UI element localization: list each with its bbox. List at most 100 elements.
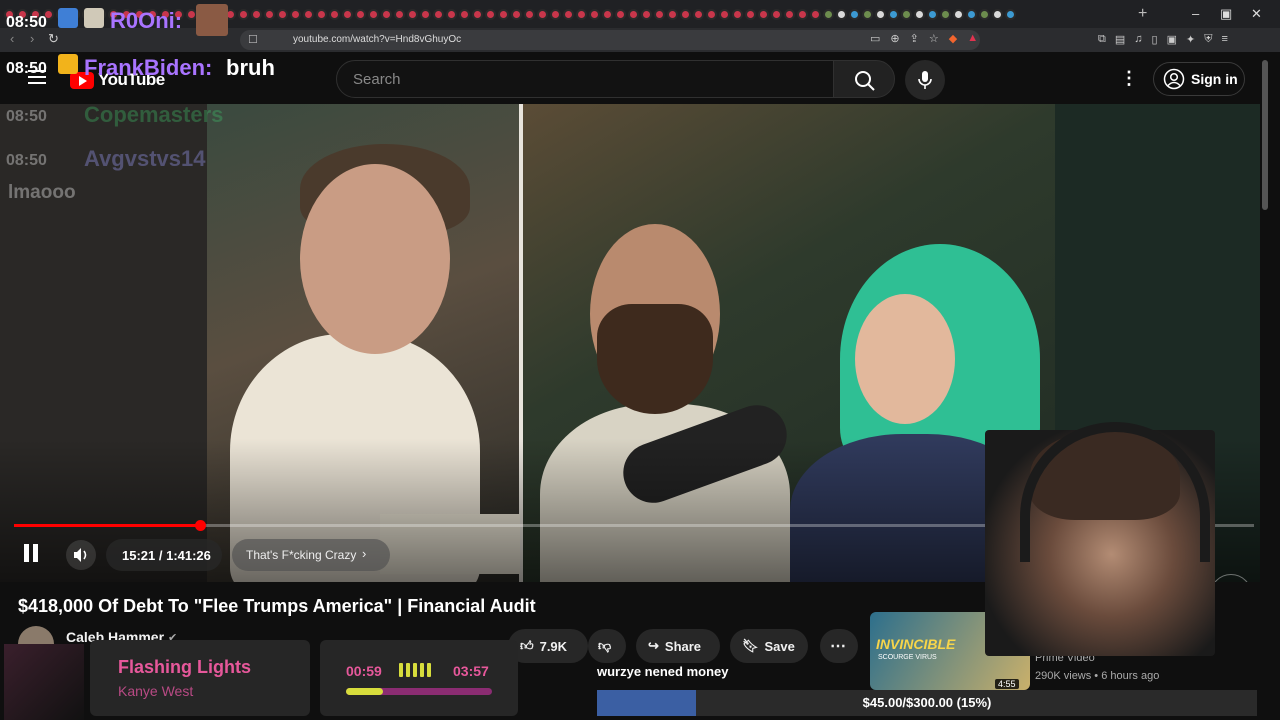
sidebar-icon[interactable]: ▯ [1152, 33, 1158, 46]
chapter-button[interactable]: That's F*cking Crazy › [232, 539, 390, 571]
tab-favicon-icon[interactable] [953, 8, 964, 20]
search-button[interactable] [833, 60, 895, 98]
tab-favicon-icon[interactable] [745, 8, 756, 20]
url-text[interactable]: youtube.com/watch?v=Hnd8vGhuyOc [293, 34, 461, 45]
tab-favicon-icon[interactable] [355, 8, 366, 20]
tab-favicon-icon[interactable] [914, 8, 925, 20]
tab-favicon-icon[interactable] [303, 8, 314, 20]
tab-favicon-icon[interactable] [784, 8, 795, 20]
tab-favicon-icon[interactable] [433, 8, 444, 20]
new-tab-button[interactable]: + [1138, 5, 1147, 23]
tab-favicon-icon[interactable] [394, 8, 405, 20]
tab-favicon-icon[interactable] [316, 8, 327, 20]
tab-favicon-icon[interactable] [420, 8, 431, 20]
tab-favicon-icon[interactable] [264, 8, 275, 20]
tab-favicon-icon[interactable] [485, 8, 496, 20]
tab-favicon-icon[interactable] [290, 8, 301, 20]
tab-favicon-icon[interactable] [550, 8, 561, 20]
tab-favicon-icon[interactable] [511, 8, 522, 20]
tab-favicon-icon[interactable] [602, 8, 613, 20]
tab-favicon-icon[interactable] [251, 8, 262, 20]
brave-shield-icon[interactable]: ◆ [949, 32, 957, 45]
tab-favicon-icon[interactable] [446, 8, 457, 20]
tab-favicon-icon[interactable] [654, 8, 665, 20]
tab-favicon-icon[interactable] [979, 8, 990, 20]
browser-menu-icon[interactable]: ≡ [1221, 33, 1227, 46]
star-icon[interactable]: ☆ [929, 32, 939, 45]
rewards-icon[interactable]: ▲ [967, 32, 978, 45]
reload-icon[interactable]: ↻ [48, 31, 59, 47]
leo-icon[interactable]: ✦ [1186, 33, 1195, 46]
vpn-icon[interactable]: ⛨ [1204, 33, 1212, 46]
share-button[interactable]: ↪ Share [636, 629, 720, 663]
dislike-button[interactable]: 👎︎ [588, 629, 626, 663]
media-icon[interactable]: ♫ [1134, 33, 1142, 46]
voice-search-button[interactable] [905, 60, 945, 100]
tab-favicon-icon[interactable] [576, 8, 587, 20]
volume-button[interactable] [66, 540, 96, 570]
tab-favicon-icon[interactable] [680, 8, 691, 20]
tab-favicon-icon[interactable] [888, 8, 899, 20]
install-icon[interactable]: ▭ [870, 32, 880, 45]
tab-favicon-icon[interactable] [667, 8, 678, 20]
tab-favicon-icon[interactable] [615, 8, 626, 20]
tab-favicon-icon[interactable] [589, 8, 600, 20]
close-window-button[interactable]: ✕ [1251, 6, 1262, 22]
tab-search-icon[interactable]: ▤ [1115, 33, 1125, 46]
like-button[interactable]: 👍︎ 7.9K [508, 629, 588, 663]
tab-favicon-icon[interactable] [706, 8, 717, 20]
share-page-icon[interactable]: ⇪ [910, 32, 919, 45]
tab-favicon-icon[interactable] [862, 8, 873, 20]
more-options-icon[interactable]: ⋮ [1120, 68, 1138, 89]
tab-favicon-icon[interactable] [472, 8, 483, 20]
bookmark-icon[interactable]: ☐ [248, 33, 258, 46]
save-button[interactable]: 🔖︎ Save [730, 629, 808, 663]
tab-favicon-icon[interactable] [927, 8, 938, 20]
minimize-button[interactable]: – [1192, 6, 1199, 21]
maximize-button[interactable]: ▣ [1220, 6, 1232, 22]
tab-favicon-icon[interactable] [758, 8, 769, 20]
pause-button[interactable] [24, 544, 40, 562]
save-label: Save [764, 638, 795, 654]
tab-favicon-icon[interactable] [459, 8, 470, 20]
tab-favicon-icon[interactable] [381, 8, 392, 20]
tab-favicon-icon[interactable] [797, 8, 808, 20]
zoom-icon[interactable]: ⊕ [890, 32, 899, 45]
page-scrollbar[interactable] [1262, 60, 1268, 210]
tab-favicon-icon[interactable] [693, 8, 704, 20]
wallet-icon[interactable]: ▣ [1167, 33, 1177, 46]
tab-favicon-icon[interactable] [537, 8, 548, 20]
tab-favicon-icon[interactable] [1005, 8, 1016, 20]
address-bar[interactable]: ☐ youtube.com/watch?v=Hnd8vGhuyOc [240, 30, 980, 50]
tab-favicon-icon[interactable] [823, 8, 834, 20]
tab-favicon-icon[interactable] [628, 8, 639, 20]
tab-favicon-icon[interactable] [732, 8, 743, 20]
tab-favicon-icon[interactable] [238, 8, 249, 20]
back-arrow-icon[interactable]: ‹ [10, 31, 14, 46]
progress-scrubber[interactable] [195, 520, 206, 531]
tab-favicon-icon[interactable] [875, 8, 886, 20]
tab-favicon-icon[interactable] [342, 8, 353, 20]
tab-favicon-icon[interactable] [836, 8, 847, 20]
tab-favicon-icon[interactable] [901, 8, 912, 20]
tab-favicon-icon[interactable] [966, 8, 977, 20]
tab-favicon-icon[interactable] [810, 8, 821, 20]
tab-favicon-icon[interactable] [277, 8, 288, 20]
tab-favicon-icon[interactable] [563, 8, 574, 20]
tab-favicon-icon[interactable] [524, 8, 535, 20]
search-input[interactable]: Search [336, 60, 834, 98]
sign-in-button[interactable]: Sign in [1153, 62, 1245, 96]
more-actions-button[interactable]: ⋯ [820, 629, 858, 663]
extensions-icon[interactable]: ⧉ [1098, 33, 1106, 46]
tab-favicon-icon[interactable] [498, 8, 509, 20]
tab-favicon-icon[interactable] [329, 8, 340, 20]
tab-favicon-icon[interactable] [992, 8, 1003, 20]
tab-favicon-icon[interactable] [368, 8, 379, 20]
tab-favicon-icon[interactable] [849, 8, 860, 20]
tab-favicon-icon[interactable] [719, 8, 730, 20]
tab-favicon-icon[interactable] [940, 8, 951, 20]
tab-favicon-icon[interactable] [407, 8, 418, 20]
tab-favicon-icon[interactable] [771, 8, 782, 20]
tab-favicon-icon[interactable] [641, 8, 652, 20]
forward-arrow-icon[interactable]: › [30, 31, 34, 46]
